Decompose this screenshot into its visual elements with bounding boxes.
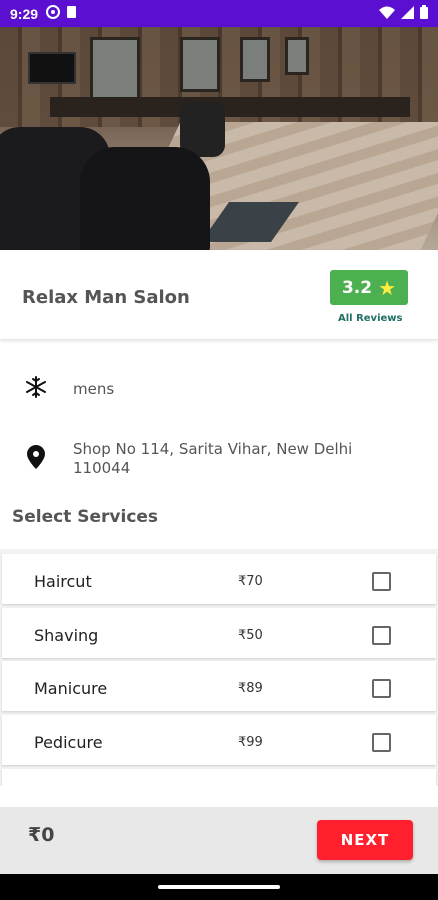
service-row-partial[interactable]: [2, 769, 436, 786]
all-reviews-link[interactable]: All Reviews: [338, 313, 402, 324]
address-text: Shop No 114, Sarita Vihar, New Delhi 110…: [73, 440, 353, 477]
service-row-haircut[interactable]: Haircut ₹70: [2, 554, 436, 604]
service-checkbox[interactable]: [372, 733, 391, 752]
settings-icon: [46, 5, 61, 22]
next-button[interactable]: NEXT: [317, 820, 413, 860]
service-price: ₹50: [238, 628, 263, 643]
service-checkbox[interactable]: [372, 572, 391, 591]
signal-icon: [401, 5, 414, 22]
battery-icon: [420, 5, 428, 22]
select-services-title: Select Services: [12, 507, 159, 527]
home-gesture-handle[interactable]: [158, 885, 280, 889]
service-row-manicure[interactable]: Manicure ₹89: [2, 661, 436, 711]
star-icon: ★: [378, 275, 397, 300]
category-text: mens: [73, 380, 115, 398]
checkout-bar: ₹0 NEXT: [0, 807, 438, 874]
wifi-icon: [379, 6, 395, 22]
system-nav-bar: [0, 874, 438, 900]
snowflake-icon: [24, 375, 48, 399]
status-time: 9:29: [10, 5, 39, 22]
service-checkbox[interactable]: [372, 626, 391, 645]
rating-badge[interactable]: 3.2 ★: [330, 270, 408, 305]
total-amount: ₹0: [28, 824, 55, 846]
service-price: ₹70: [238, 574, 263, 589]
clipboard-icon: [66, 5, 77, 22]
service-checkbox[interactable]: [372, 679, 391, 698]
status-bar: 9:29: [0, 0, 438, 27]
service-name: Manicure: [34, 679, 108, 698]
service-name: Pedicure: [34, 733, 103, 752]
rating-value: 3.2: [341, 277, 373, 298]
location-pin-icon: [24, 445, 48, 469]
service-price: ₹99: [238, 735, 263, 750]
service-name: Haircut: [34, 572, 92, 591]
category-row: mens: [0, 370, 438, 406]
salon-photo: [0, 27, 438, 250]
service-row-shaving[interactable]: Shaving ₹50: [2, 608, 436, 658]
services-list: Haircut ₹70 Shaving ₹50 Manicure ₹89 Ped…: [0, 549, 438, 786]
service-price: ₹89: [238, 681, 263, 696]
service-row-pedicure[interactable]: Pedicure ₹99: [2, 715, 436, 765]
salon-name: Relax Man Salon: [22, 287, 190, 308]
address-row: Shop No 114, Sarita Vihar, New Delhi 110…: [0, 437, 438, 481]
service-name: Shaving: [34, 626, 99, 645]
salon-header-card: Relax Man Salon 3.2 ★: [0, 250, 438, 340]
